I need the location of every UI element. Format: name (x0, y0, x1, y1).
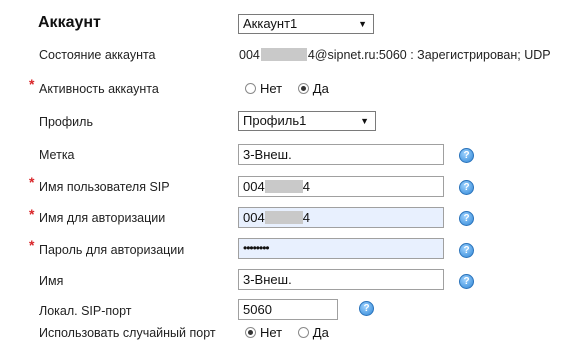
activity-option-yes[interactable]: Да (297, 81, 329, 96)
chevron-down-icon: ▼ (360, 116, 369, 126)
activity-option-yes-label: Да (312, 81, 329, 96)
profile-select-value: Профиль1 (243, 113, 307, 128)
account-select-value: Аккаунт1 (243, 16, 298, 31)
sip-port-label: Локал. SIP-порт (39, 304, 132, 318)
account-status-value: 004 4@sipnet.ru:5060 : Зарегистрирован; U… (239, 48, 551, 62)
auth-password-label: Пароль для авторизации (39, 243, 185, 257)
random-port-radios: Нет Да (245, 325, 341, 340)
auth-password-input[interactable]: •••••••• (238, 238, 444, 259)
sip-user-label: Имя пользователя SIP (39, 180, 170, 194)
tag-label: Метка (39, 148, 75, 162)
activity-option-no-label: Нет (260, 81, 283, 96)
sip-user-suffix: 4 (302, 179, 310, 194)
status-suffix: 4@sipnet.ru:5060 : Зарегистрирован; UDP (307, 48, 551, 62)
activity-option-no[interactable]: Нет (245, 81, 282, 96)
radio-icon[interactable] (297, 327, 309, 338)
radio-icon[interactable] (245, 83, 256, 94)
required-marker: * (29, 76, 35, 92)
account-status-label: Состояние аккаунта (39, 48, 156, 62)
name-input[interactable]: 3-Внеш. (238, 269, 444, 290)
sip-user-prefix: 004 (243, 179, 265, 194)
random-port-option-yes[interactable]: Да (297, 325, 329, 340)
name-label: Имя (39, 274, 64, 288)
account-activity-label: Активность аккаунта (39, 82, 159, 96)
auth-name-prefix: 004 (243, 210, 265, 225)
help-icon[interactable]: ? (459, 211, 474, 226)
auth-name-label: Имя для авторизации (39, 211, 166, 225)
help-icon[interactable]: ? (459, 148, 474, 163)
account-activity-radios: Нет Да (245, 81, 341, 96)
random-port-option-no[interactable]: Нет (245, 325, 282, 340)
required-marker: * (29, 174, 35, 190)
auth-name-suffix: 4 (302, 210, 310, 225)
random-port-option-no-label: Нет (260, 325, 283, 340)
radio-checked-icon[interactable] (297, 83, 309, 94)
page-title: Аккаунт (38, 14, 101, 31)
required-marker: * (29, 237, 35, 253)
redaction-mask (264, 180, 303, 193)
required-marker: * (29, 206, 35, 222)
sip-port-input[interactable]: 5060 (238, 299, 338, 320)
help-icon[interactable]: ? (459, 274, 474, 289)
tag-input[interactable]: 3-Внеш. (238, 144, 444, 165)
profile-label: Профиль (39, 115, 93, 129)
help-icon[interactable]: ? (459, 243, 474, 258)
status-prefix: 004 (239, 48, 260, 62)
chevron-down-icon: ▼ (358, 19, 367, 29)
help-icon[interactable]: ? (459, 180, 474, 195)
account-select[interactable]: Аккаунт1 ▼ (238, 14, 374, 34)
sip-user-input[interactable]: 004 4 (238, 176, 444, 197)
random-port-label: Использовать случайный порт (39, 326, 216, 340)
help-icon[interactable]: ? (359, 301, 374, 316)
redaction-mask (260, 48, 307, 61)
random-port-option-yes-label: Да (312, 325, 329, 340)
auth-name-input[interactable]: 004 4 (238, 207, 444, 228)
profile-select[interactable]: Профиль1 ▼ (238, 111, 376, 131)
redaction-mask (264, 211, 303, 224)
radio-checked-icon[interactable] (245, 327, 256, 338)
